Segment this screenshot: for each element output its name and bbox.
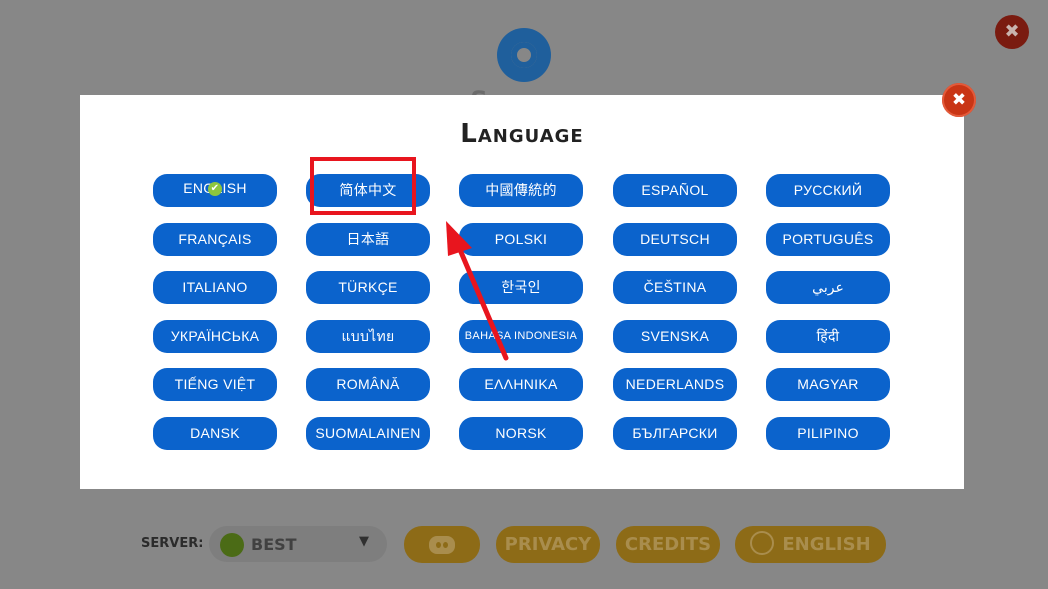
annotation-arrow	[446, 221, 509, 361]
